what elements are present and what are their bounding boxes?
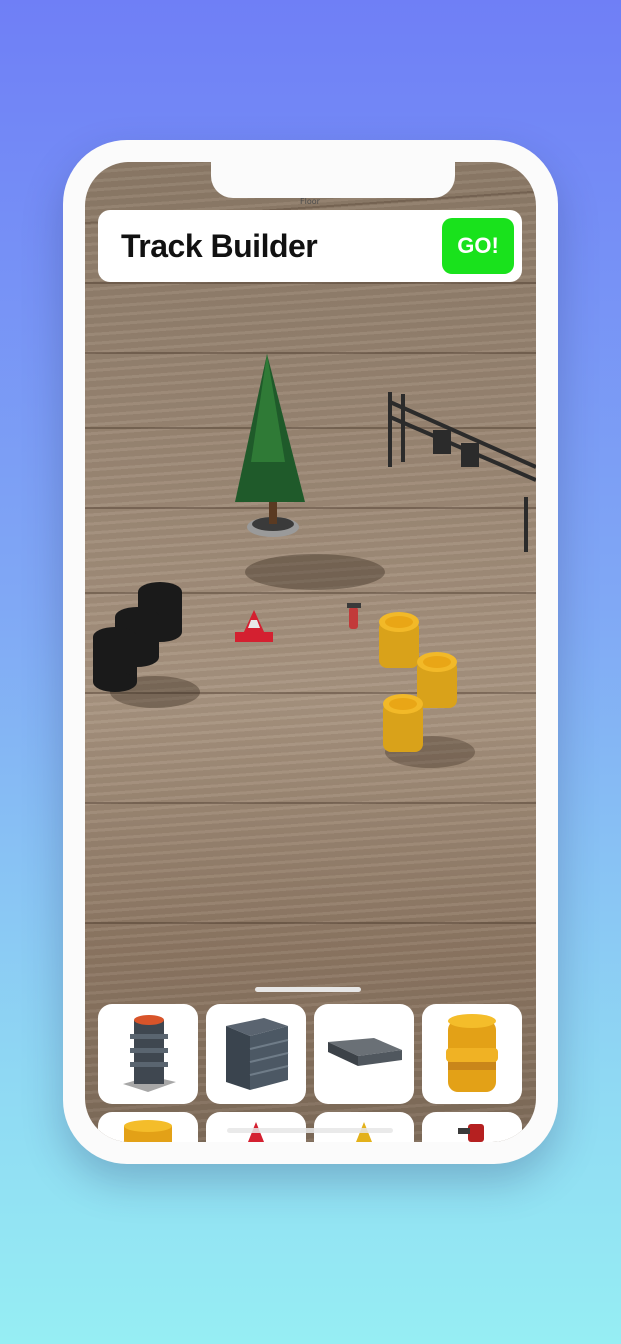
fire-extinguisher[interactable] [347, 603, 361, 629]
barrel-icon [124, 1120, 172, 1142]
office-building-icon [226, 1018, 289, 1090]
tray-item-red-cone[interactable] [206, 1112, 306, 1142]
tray-item-fire-extinguisher[interactable] [422, 1112, 522, 1142]
tray-item-glass-office-building[interactable] [206, 1004, 306, 1104]
floor-label: Floor [300, 197, 320, 206]
tray-item-grandstand[interactable] [314, 1004, 414, 1104]
page-title: Track Builder [121, 228, 318, 264]
ar-camera-view[interactable]: Floor Track Builder GO! [85, 162, 536, 1142]
tray-item-yellow-barrel[interactable] [422, 1004, 522, 1104]
cone-icon [248, 1122, 264, 1142]
go-button[interactable]: GO! [442, 218, 514, 274]
phone-frame: Floor Track Builder GO! [63, 140, 558, 1164]
cone-icon [356, 1122, 372, 1142]
tray-item-yellow-cone[interactable] [314, 1112, 414, 1142]
pine-tree[interactable] [235, 354, 305, 537]
round-tower-icon [123, 1015, 176, 1092]
device-notch [211, 162, 455, 198]
barrel[interactable] [417, 652, 457, 708]
barrel[interactable] [379, 612, 419, 668]
tray-drag-handle[interactable] [255, 987, 361, 992]
ar-scene [93, 354, 536, 768]
start-gantry[interactable] [388, 392, 536, 552]
barrel-icon [446, 1014, 498, 1092]
barrel[interactable] [383, 694, 423, 752]
home-indicator [227, 1128, 393, 1133]
tree-shadow [245, 554, 385, 590]
tire-stack[interactable] [93, 582, 182, 692]
tray-item-round-tower[interactable] [98, 1004, 198, 1104]
grandstand-icon [328, 1038, 402, 1066]
traffic-cone[interactable] [235, 610, 273, 642]
fire-extinguisher-icon [458, 1124, 484, 1142]
object-tray[interactable] [98, 1004, 522, 1142]
header-card: Track Builder GO! [98, 210, 522, 282]
tray-item-yellow-barrel-small[interactable] [98, 1112, 198, 1142]
